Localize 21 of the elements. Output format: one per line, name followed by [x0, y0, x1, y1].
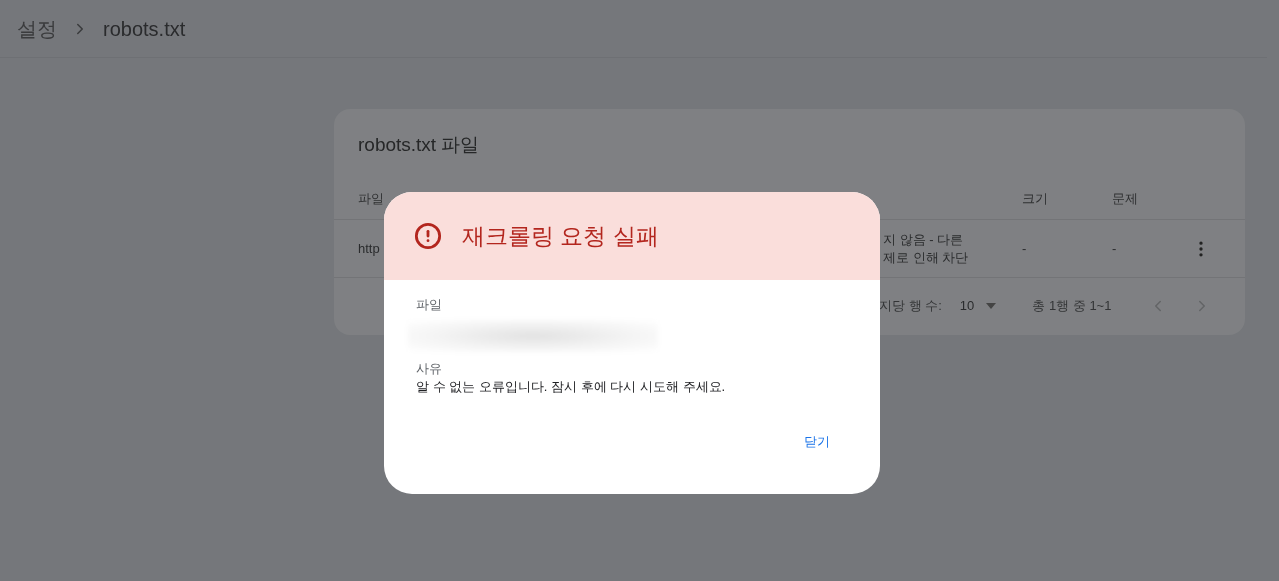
column-header: 파일: [358, 190, 384, 209]
close-button[interactable]: 닫기: [794, 426, 840, 458]
table-cell-text: 제로 인해 차단: [883, 248, 970, 267]
rows-per-page-label: 지당 행 수:: [879, 296, 942, 315]
alert-icon: [414, 222, 442, 250]
table-cell-text: http: [358, 239, 380, 258]
field-label: 사유: [416, 360, 443, 378]
table-cell-text: 지 않음 - 다른: [883, 230, 965, 249]
field-value: 알 수 없는 오류입니다. 잠시 후에 다시 시도해 주세요.: [416, 378, 727, 396]
table-cell-text: -: [1112, 239, 1117, 258]
caret-icon: [986, 302, 997, 309]
page-range: 총 1행 중 1~1: [1032, 296, 1112, 315]
dialog-title: 재크롤링 요청 실패: [462, 221, 659, 251]
column-header: 문제: [1112, 190, 1138, 209]
field-label: 파일: [416, 296, 443, 314]
card-title: robots.txt 파일: [358, 134, 480, 155]
rows-per-page-select[interactable]: 10: [959, 295, 997, 316]
breadcrumb-item: robots.txt: [103, 16, 186, 42]
table-cell-text: -: [1022, 239, 1027, 258]
breadcrumb-item[interactable]: 설정: [17, 13, 57, 44]
column-header: 크기: [1022, 190, 1048, 209]
